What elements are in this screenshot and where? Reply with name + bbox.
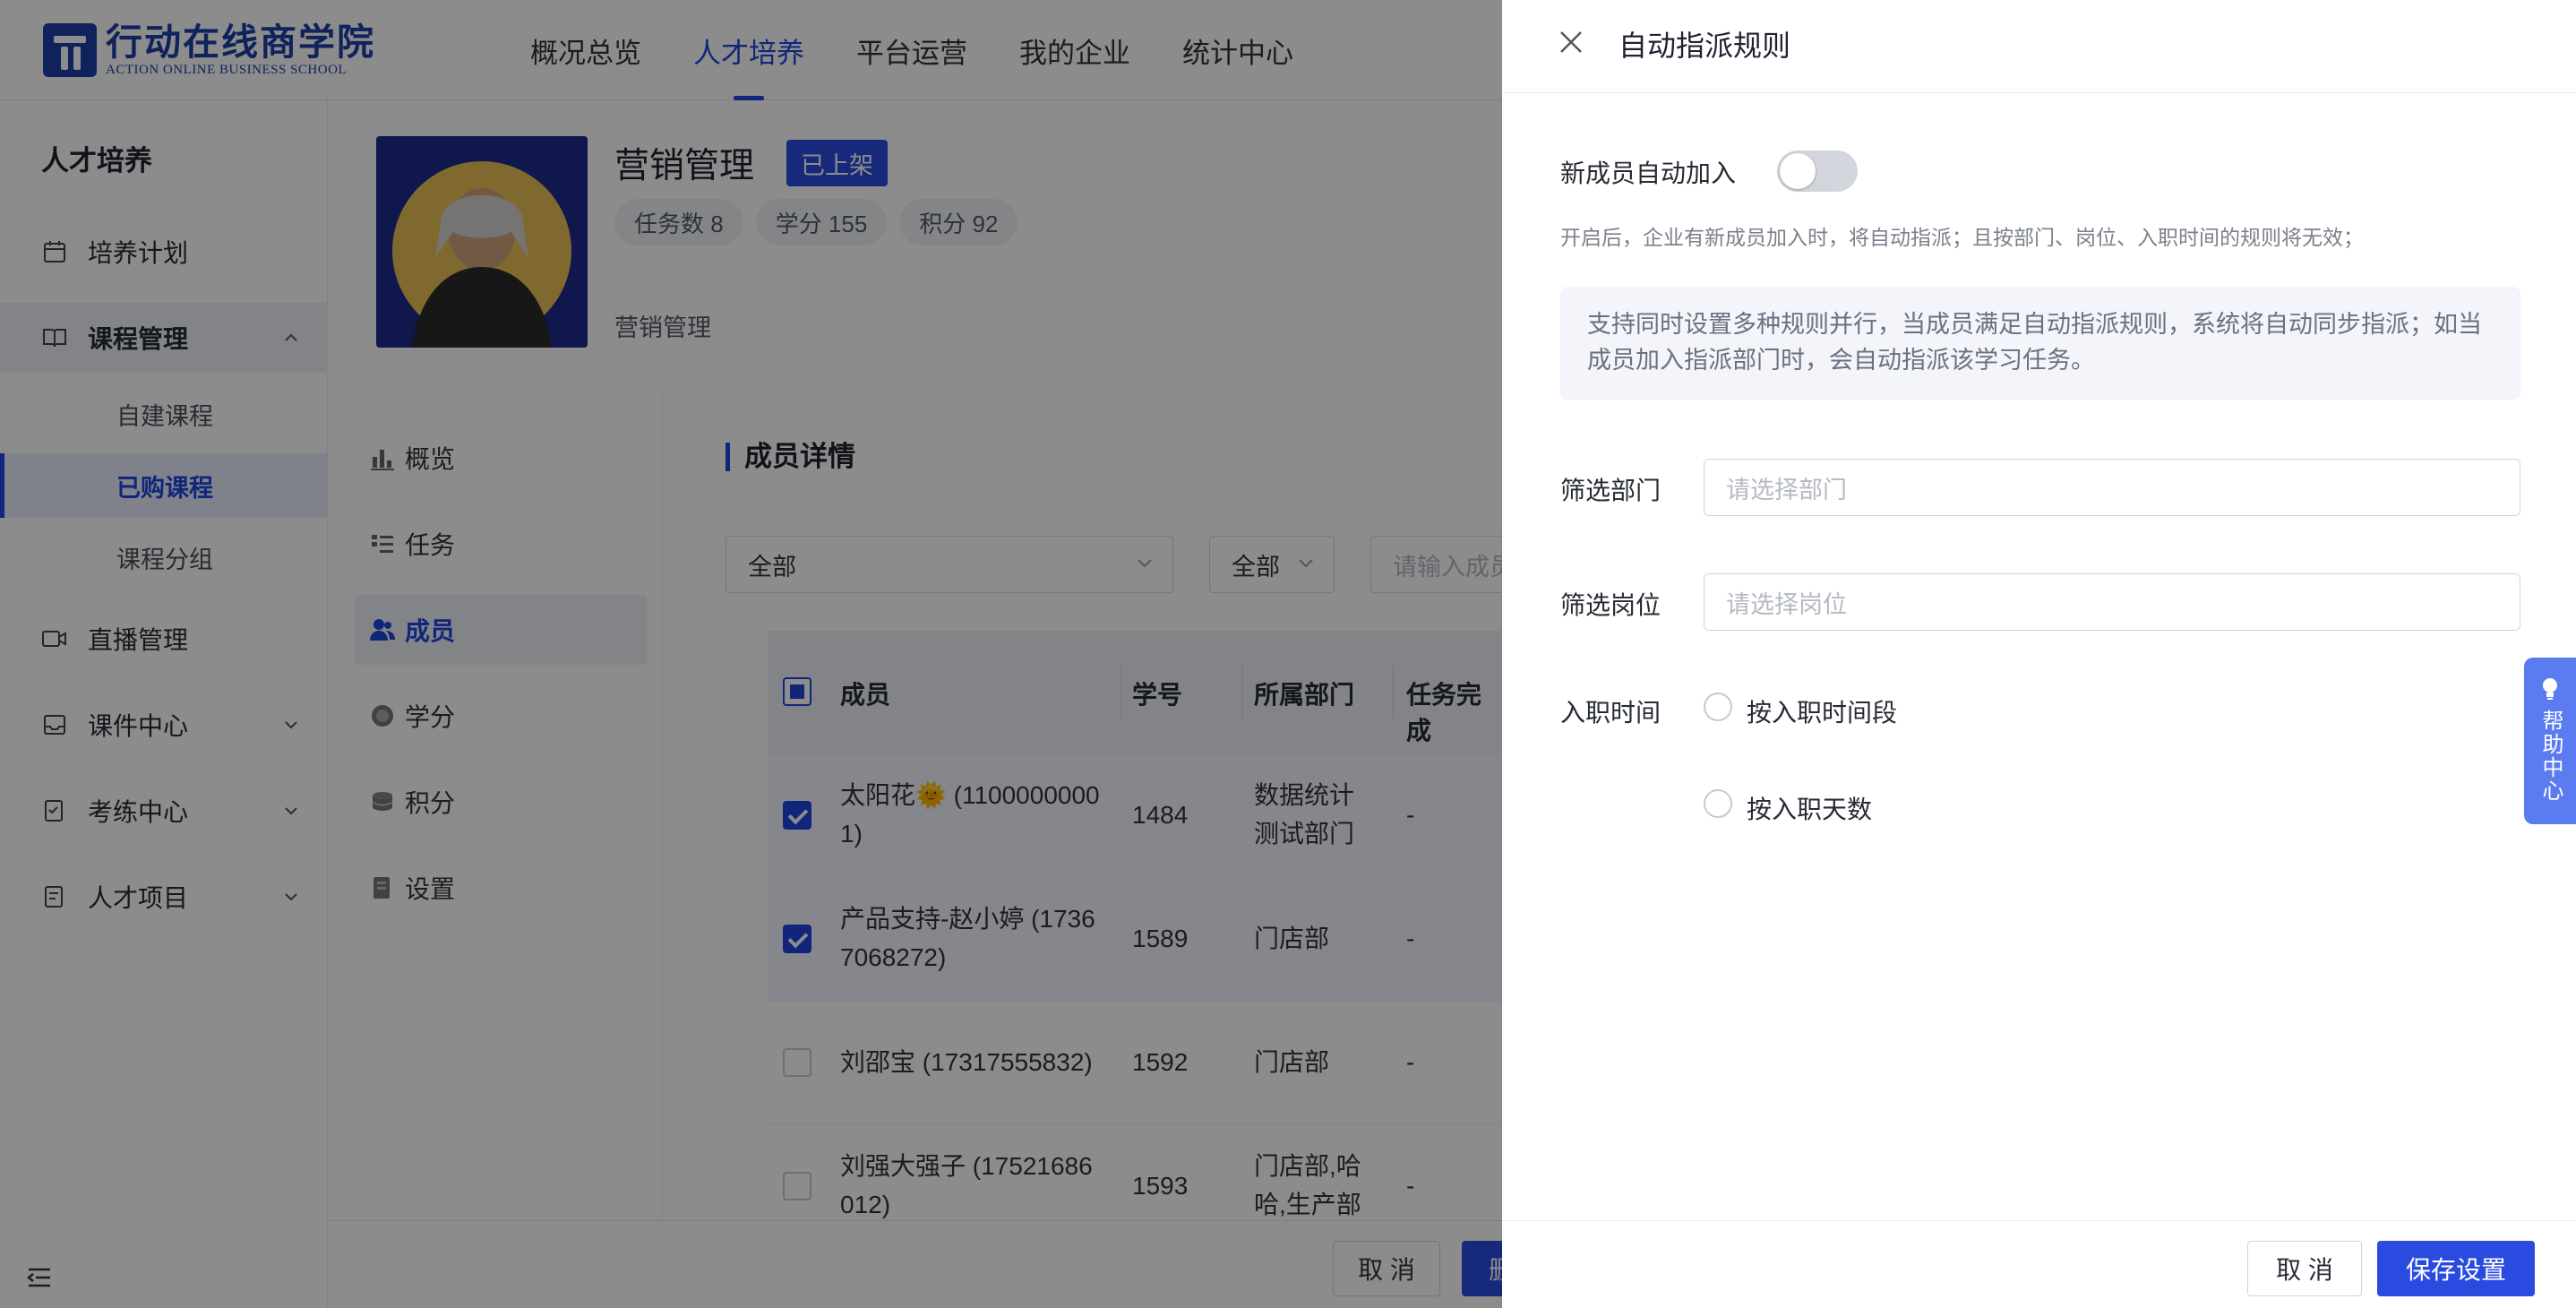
radio-join-days-label[interactable]: 按入职天数 xyxy=(1747,790,1872,826)
post-select-input[interactable]: 请选择岗位 xyxy=(1704,573,2520,631)
post-filter-label: 筛选岗位 xyxy=(1560,591,1662,619)
radio-join-period-label[interactable]: 按入职时间段 xyxy=(1747,693,1897,729)
lightbulb-icon xyxy=(2543,678,2557,700)
close-icon[interactable] xyxy=(1556,27,1586,57)
radio-join-days[interactable] xyxy=(1704,789,1732,818)
help-center-label: 帮助中心 xyxy=(2538,710,2563,803)
auto-join-hint: 开启后，企业有新成员加入时，将自动指派；且按部门、岗位、入职时间的规则将无效； xyxy=(1560,226,2364,249)
dept-select-input[interactable]: 请选择部门 xyxy=(1704,459,2520,516)
drawer-title: 自动指派规则 xyxy=(1619,30,1791,62)
rules-info-box: 支持同时设置多种规则并行，当成员满足自动指派规则，系统将自动同步指派；如当成员加… xyxy=(1560,287,2520,400)
help-center-tab[interactable]: 帮助中心 xyxy=(2524,658,2576,824)
radio-join-period[interactable] xyxy=(1704,693,1732,721)
cancel-button[interactable]: 取 消 xyxy=(2247,1241,2362,1296)
drawer-footer: 取 消 保存设置 xyxy=(1502,1220,2576,1308)
save-settings-button[interactable]: 保存设置 xyxy=(2377,1241,2535,1296)
dept-filter-label: 筛选部门 xyxy=(1560,477,1662,504)
auto-join-label: 新成员自动加入 xyxy=(1560,159,1737,187)
auto-join-toggle[interactable] xyxy=(1777,151,1858,192)
auto-assign-drawer: 自动指派规则 新成员自动加入 开启后，企业有新成员加入时，将自动指派；且按部门、… xyxy=(1502,0,2576,1308)
drawer-header: 自动指派规则 xyxy=(1502,0,2576,93)
join-time-label: 入职时间 xyxy=(1560,699,1662,727)
